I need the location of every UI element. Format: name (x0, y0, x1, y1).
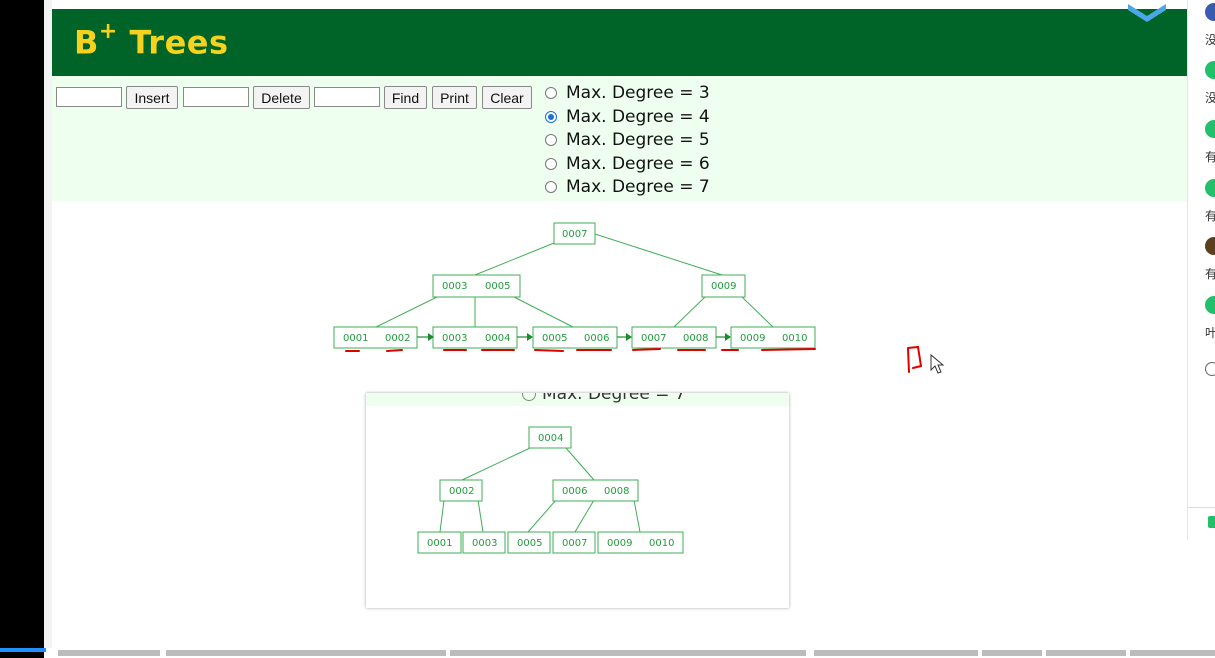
node-key: 0003 (442, 281, 467, 292)
node-key: 0003 (472, 538, 497, 549)
tree-edge (477, 499, 484, 533)
node-key: 0001 (427, 538, 452, 549)
scroll-segment (1046, 650, 1126, 656)
node-key: 0007 (562, 538, 587, 549)
node-key: 0008 (604, 486, 629, 497)
tree-edge (513, 296, 574, 328)
avatar[interactable] (1205, 237, 1215, 255)
avatar[interactable] (1205, 3, 1215, 21)
tree-edge (574, 499, 595, 533)
node-key: 0007 (562, 229, 587, 240)
node-key: 0009 (740, 333, 765, 344)
scroll-segment (982, 650, 1042, 656)
mouse-cursor-icon (930, 353, 945, 374)
app-logo-icon (1128, 4, 1166, 22)
node-key: 0004 (538, 433, 563, 444)
tree-edge (741, 296, 774, 328)
node-key: 0004 (485, 333, 510, 344)
scroll-segment (58, 650, 160, 656)
node-key: 0010 (782, 333, 807, 344)
chat-snippet: 有 (1205, 209, 1215, 223)
node-key: 0006 (562, 486, 587, 497)
chat-snippet: 没 (1205, 33, 1215, 47)
red-annotation-scribble (907, 345, 923, 373)
chat-snippet: 有 (1205, 267, 1215, 281)
node-key: 0009 (711, 281, 736, 292)
node-key: 0009 (607, 538, 632, 549)
scroll-segment (166, 650, 446, 656)
avatar[interactable] (1205, 120, 1215, 138)
node-key: 0008 (683, 333, 708, 344)
tree-edge (375, 296, 438, 328)
bottom-scrollbar[interactable] (44, 648, 1215, 658)
progress-indicator (0, 648, 46, 652)
avatar[interactable] (1205, 179, 1215, 197)
tree-edge (633, 499, 641, 533)
node-key: 0005 (517, 538, 542, 549)
scroll-segment (450, 650, 806, 656)
tree-edge (565, 447, 595, 481)
node-key: 0001 (343, 333, 368, 344)
chat-snippet: 有 (1205, 150, 1215, 164)
avatar[interactable] (1205, 296, 1215, 314)
avatar[interactable] (1205, 61, 1215, 79)
popup-tree-window: Max. Degree = 7 0004 0002 0006 0008 0001… (366, 393, 789, 608)
node-key: 0002 (449, 486, 474, 497)
node-key: 0002 (385, 333, 410, 344)
divider (1188, 507, 1215, 508)
popup-tree-canvas: 0004 0002 0006 0008 0001 0003 0005 0007 … (417, 426, 684, 554)
tree-edge (461, 447, 531, 481)
scroll-segment (1130, 650, 1215, 656)
node-key: 0010 (649, 538, 674, 549)
tree-edge (594, 233, 723, 276)
red-annotation-underlines (345, 348, 816, 352)
leaf-link-arrow (725, 333, 731, 341)
node-key: 0005 (542, 333, 567, 344)
chat-sidebar: 没 没 有 有 有 叶 (1187, 0, 1215, 540)
chat-snippet: 没 (1205, 91, 1215, 105)
node-key: 0007 (641, 333, 666, 344)
emoji-icon[interactable] (1205, 362, 1215, 376)
tree-edge (439, 499, 445, 533)
download-icon[interactable] (1208, 516, 1215, 528)
node-key: 0005 (485, 281, 510, 292)
scroll-segment (814, 650, 978, 656)
tree-edge (474, 242, 555, 276)
chat-snippet: 叶 (1205, 326, 1215, 340)
node-key: 0003 (442, 333, 467, 344)
leaf-link-arrow (626, 333, 632, 341)
node-key: 0006 (584, 333, 609, 344)
tree-edge (673, 296, 706, 328)
tree-edge (527, 499, 557, 533)
leaf-link-arrow (527, 333, 533, 341)
